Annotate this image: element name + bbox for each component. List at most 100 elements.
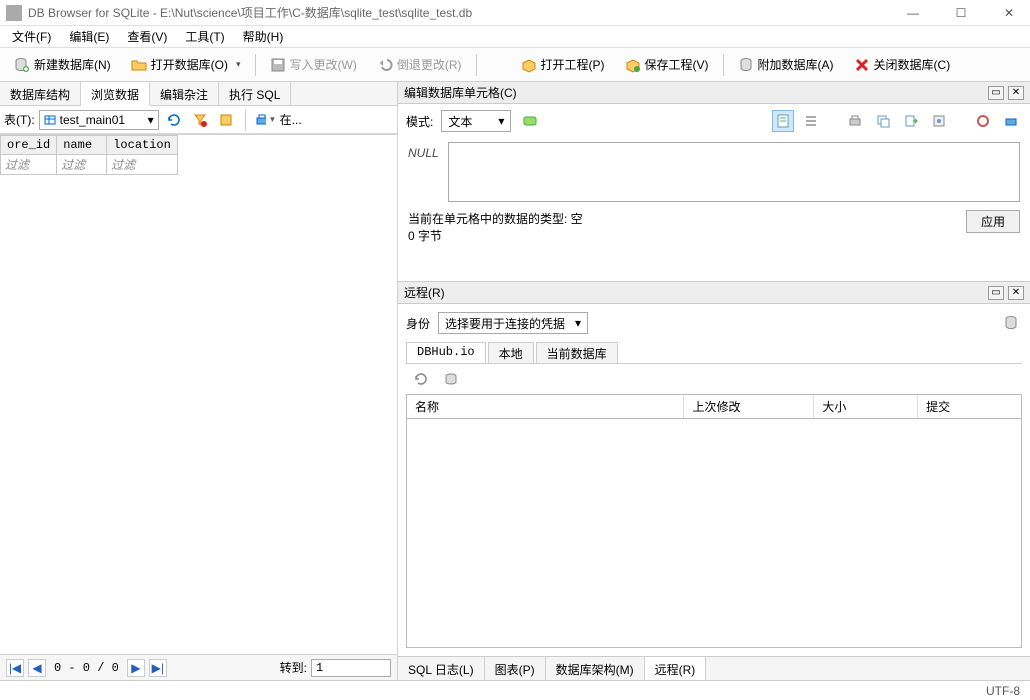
menu-file[interactable]: 文件(F) xyxy=(4,26,59,47)
remote-push-button[interactable] xyxy=(1000,312,1022,334)
remote-col-name[interactable]: 名称 xyxy=(407,395,684,418)
remote-tab-local[interactable]: 本地 xyxy=(488,342,534,363)
tab-sql-log[interactable]: SQL 日志(L) xyxy=(398,657,485,680)
identity-value: 选择要用于连接的凭据 xyxy=(445,315,565,332)
menu-help[interactable]: 帮助(H) xyxy=(235,26,292,47)
save-project-button[interactable]: 保存工程(V) xyxy=(616,52,718,77)
left-tabstrip: 数据库结构 浏览数据 编辑杂注 执行 SQL xyxy=(0,82,397,106)
toolbar-separator xyxy=(723,54,724,76)
maximize-button[interactable]: ☐ xyxy=(946,6,976,20)
nav-first-button[interactable]: |◀ xyxy=(6,659,24,677)
new-database-button[interactable]: 新建数据库(N) xyxy=(5,52,120,77)
close-window-button[interactable]: ✕ xyxy=(994,6,1024,20)
tab-pragmas[interactable]: 编辑杂注 xyxy=(150,82,219,105)
left-panel: 数据库结构 浏览数据 编辑杂注 执行 SQL 表(T): test_main01… xyxy=(0,82,398,680)
remote-col-modified[interactable]: 上次修改 xyxy=(684,395,814,418)
cell-editor-panel: 编辑数据库单元格(C) ▭ ✕ 模式: 文本 ▾ xyxy=(398,82,1030,282)
filter-cell[interactable]: 过滤 xyxy=(57,155,107,175)
database-attach-icon xyxy=(738,57,754,73)
record-range: 0 - 0 / 0 xyxy=(50,661,123,675)
nav-next-button[interactable]: ▶ xyxy=(127,659,145,677)
remote-tab-current[interactable]: 当前数据库 xyxy=(536,342,618,363)
print-button[interactable] xyxy=(254,109,276,131)
remote-refresh-button[interactable] xyxy=(410,368,432,390)
remote-table-body[interactable] xyxy=(407,419,1021,647)
open-database-button[interactable]: 打开数据库(O) xyxy=(122,52,250,77)
quickfind-label: 在... xyxy=(280,111,302,128)
refresh-button[interactable] xyxy=(163,109,185,131)
cell-textarea[interactable] xyxy=(448,142,1020,202)
nav-prev-button[interactable]: ◀ xyxy=(28,659,46,677)
print2-button[interactable] xyxy=(1000,110,1022,132)
open-project-button[interactable]: 打开工程(P) xyxy=(512,52,614,77)
data-grid-scroll[interactable]: ore_id name location 过滤 过滤 过滤 xyxy=(0,134,397,654)
window-title: DB Browser for SQLite - E:\Nut\science\项… xyxy=(28,4,898,21)
remote-title: 远程(R) xyxy=(404,284,988,301)
close-database-button[interactable]: 关闭数据库(C) xyxy=(845,52,960,77)
title-bar: DB Browser for SQLite - E:\Nut\science\项… xyxy=(0,0,1030,26)
dock-close-button[interactable]: ✕ xyxy=(1008,86,1024,100)
apply-button[interactable]: 应用 xyxy=(966,210,1020,233)
page-text-button[interactable] xyxy=(772,110,794,132)
quick-find-button[interactable]: 在... xyxy=(280,109,302,131)
menu-edit[interactable]: 编辑(E) xyxy=(61,26,117,47)
disk-save-icon xyxy=(270,57,286,73)
import-cell-button[interactable] xyxy=(928,110,950,132)
menu-bar: 文件(F) 编辑(E) 查看(V) 工具(T) 帮助(H) xyxy=(0,26,1030,48)
filter-cell[interactable]: 过滤 xyxy=(107,155,178,175)
chevron-down-icon: ▾ xyxy=(575,316,581,330)
header-row: ore_id name location xyxy=(1,136,178,155)
autoswitch-button[interactable] xyxy=(519,110,541,132)
tab-sql[interactable]: 执行 SQL xyxy=(219,82,291,105)
chevron-down-icon: ▾ xyxy=(148,113,154,127)
nav-last-button[interactable]: ▶| xyxy=(149,659,167,677)
tab-plot[interactable]: 图表(P) xyxy=(485,657,546,680)
dock-close-button[interactable]: ✕ xyxy=(1008,286,1024,300)
save-filter-button[interactable] xyxy=(215,109,237,131)
app-icon xyxy=(6,5,22,21)
filter-row: 过滤 过滤 过滤 xyxy=(1,155,178,175)
col-header[interactable]: ore_id xyxy=(1,136,57,155)
identity-select[interactable]: 选择要用于连接的凭据 ▾ xyxy=(438,312,588,334)
write-changes-button[interactable]: 写入更改(W) xyxy=(261,52,366,77)
cell-type-line2: 0 字节 xyxy=(408,227,583,244)
box-open-icon xyxy=(521,57,537,73)
cell-type-info: 当前在单元格中的数据的类型: 空 0 字节 xyxy=(408,210,583,244)
mode-select[interactable]: 文本 ▾ xyxy=(441,110,511,132)
goto-input[interactable] xyxy=(311,659,391,677)
database-plus-icon xyxy=(14,57,30,73)
col-header[interactable]: location xyxy=(107,136,178,155)
menu-view[interactable]: 查看(V) xyxy=(119,26,175,47)
write-changes-label: 写入更改(W) xyxy=(290,56,357,73)
menu-tools[interactable]: 工具(T) xyxy=(177,26,232,47)
remote-col-commit[interactable]: 提交 xyxy=(918,395,1021,418)
remote-col-size[interactable]: 大小 xyxy=(814,395,918,418)
encoding-label: UTF-8 xyxy=(986,684,1020,698)
remote-db-button[interactable] xyxy=(440,368,462,390)
tab-remote[interactable]: 远程(R) xyxy=(645,657,707,680)
new-database-label: 新建数据库(N) xyxy=(34,56,111,73)
table-label: 表(T): xyxy=(4,111,35,128)
copy-cell-button[interactable] xyxy=(872,110,894,132)
dock-float-button[interactable]: ▭ xyxy=(988,286,1004,300)
attach-database-button[interactable]: 附加数据库(A) xyxy=(729,52,843,77)
null-button[interactable] xyxy=(972,110,994,132)
page-lines-button[interactable] xyxy=(800,110,822,132)
print-cell-button[interactable] xyxy=(844,110,866,132)
tab-browse[interactable]: 浏览数据 xyxy=(81,82,150,106)
filter-clear-button[interactable] xyxy=(189,109,211,131)
table-select[interactable]: test_main01 ▾ xyxy=(39,110,159,130)
tab-structure[interactable]: 数据库结构 xyxy=(0,82,81,105)
minimize-button[interactable]: — xyxy=(898,6,928,20)
chevron-down-icon: ▾ xyxy=(498,114,504,128)
tab-schema[interactable]: 数据库架构(M) xyxy=(546,657,645,680)
dock-float-button[interactable]: ▭ xyxy=(988,86,1004,100)
col-header[interactable]: name xyxy=(57,136,107,155)
revert-changes-button[interactable]: 倒退更改(R) xyxy=(368,52,471,77)
save-project-label: 保存工程(V) xyxy=(645,56,709,73)
remote-tabs: DBHub.io 本地 当前数据库 xyxy=(406,342,1022,364)
remote-panel: 远程(R) ▭ ✕ 身份 选择要用于连接的凭据 ▾ DBHub.io 本地 当前… xyxy=(398,282,1030,656)
filter-cell[interactable]: 过滤 xyxy=(1,155,57,175)
remote-tab-dbhub[interactable]: DBHub.io xyxy=(406,342,486,363)
export-cell-button[interactable] xyxy=(900,110,922,132)
